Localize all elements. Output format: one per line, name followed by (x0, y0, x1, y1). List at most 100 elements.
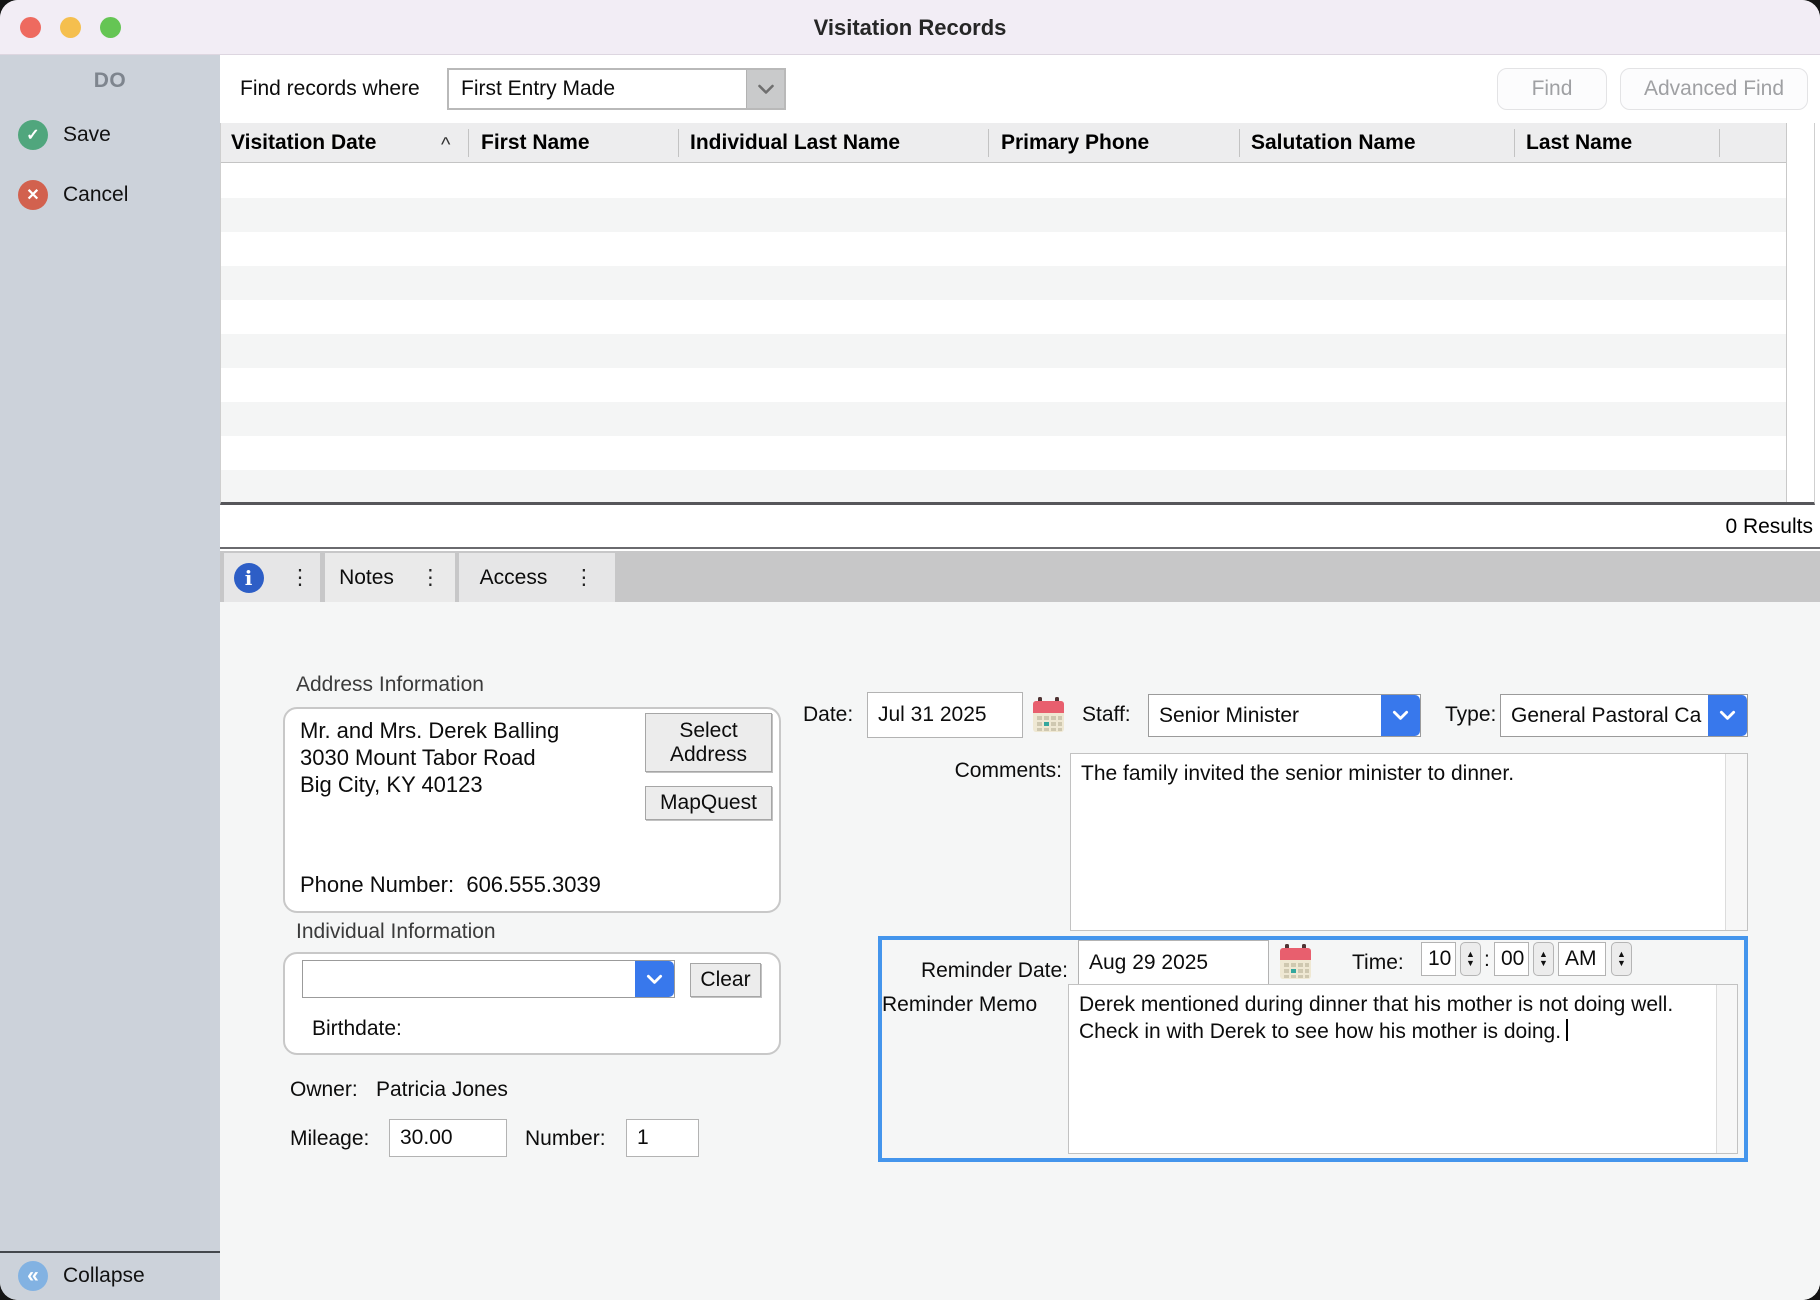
time-label: Time: (1352, 951, 1404, 975)
reminder-section-highlighted: Reminder Date: (878, 936, 1748, 1162)
column-header-visitation-date[interactable]: Visitation Date (231, 123, 376, 163)
column-header-primary-phone[interactable]: Primary Phone (1001, 123, 1149, 163)
staff-selected-value: Senior Minister (1149, 695, 1381, 736)
advanced-find-button-label: Advanced Find (1644, 77, 1784, 101)
save-label: Save (63, 123, 111, 147)
column-divider (678, 129, 679, 157)
tab-notes[interactable]: Notes ⋮ (325, 553, 455, 602)
visit-date-input[interactable] (867, 692, 1023, 738)
window-title: Visitation Records (0, 0, 1820, 55)
address-block: Mr. and Mrs. Derek Balling 3030 Mount Ta… (300, 717, 559, 798)
mileage-input[interactable] (389, 1119, 507, 1157)
table-body-empty (221, 164, 1814, 502)
cancel-x-icon: ✕ (18, 180, 48, 210)
tab-info[interactable]: i ⋮ (224, 553, 320, 602)
phone-row: Phone Number: 606.555.3039 (300, 872, 601, 898)
clear-button[interactable]: Clear (690, 963, 761, 997)
hour-stepper[interactable]: ▲▼ (1460, 942, 1481, 976)
staff-label: Staff: (1082, 703, 1131, 727)
staff-select[interactable]: Senior Minister (1148, 694, 1421, 737)
collapse-button[interactable]: « Collapse (0, 1258, 220, 1294)
comments-text: The family invited the senior minister t… (1081, 762, 1514, 785)
find-button[interactable]: Find (1497, 68, 1607, 110)
column-divider (988, 129, 989, 157)
sidebar-header: DO (0, 55, 220, 93)
reminder-meridiem-input[interactable] (1558, 942, 1606, 976)
chevron-down-icon (1381, 695, 1420, 736)
tab-access-label: Access (480, 566, 548, 590)
collapse-label: Collapse (63, 1264, 145, 1288)
save-check-icon: ✓ (18, 120, 48, 150)
tab-options-icon[interactable]: ⋮ (290, 565, 311, 590)
find-records-where-label: Find records where (240, 55, 420, 123)
calendar-icon[interactable] (1279, 944, 1312, 981)
cancel-button[interactable]: ✕ Cancel (0, 177, 220, 213)
reminder-hour-input[interactable] (1421, 942, 1456, 976)
column-header-individual-last-name[interactable]: Individual Last Name (690, 123, 900, 163)
address-line-3: Big City, KY 40123 (300, 771, 559, 798)
birthdate-label: Birthdate: (312, 1017, 402, 1041)
type-select[interactable]: General Pastoral Ca (1500, 694, 1748, 737)
column-header-first-name[interactable]: First Name (481, 123, 590, 163)
find-field-select[interactable]: First Entry Made (447, 68, 786, 110)
comments-textarea[interactable]: The family invited the senior minister t… (1070, 753, 1748, 931)
calendar-icon[interactable] (1032, 697, 1065, 734)
select-address-button-label: Select Address (654, 719, 763, 767)
number-input[interactable] (626, 1119, 699, 1157)
address-information-label: Address Information (296, 673, 484, 697)
text-cursor (1566, 1019, 1568, 1041)
reminder-memo-text: Derek mentioned during dinner that his m… (1079, 993, 1673, 1043)
phone-label: Phone Number: (300, 872, 454, 897)
phone-value: 606.555.3039 (466, 872, 601, 897)
tab-options-icon[interactable]: ⋮ (420, 565, 441, 590)
memo-scrollbar[interactable] (1716, 985, 1737, 1153)
tab-bar: i ⋮ Notes ⋮ Access ⋮ (220, 551, 1820, 602)
save-button[interactable]: ✓ Save (0, 117, 220, 153)
sidebar: DO ✓ Save ✕ Cancel « Collapse (0, 55, 220, 1300)
find-field-selected-value: First Entry Made (449, 77, 746, 101)
tab-options-icon[interactable]: ⋮ (573, 565, 594, 590)
table-scrollbar[interactable] (1786, 123, 1814, 502)
time-separator: : (1484, 948, 1490, 972)
tab-access[interactable]: Access ⋮ (459, 553, 615, 602)
main-content: Find records where First Entry Made Find… (220, 55, 1820, 1300)
meridiem-stepper[interactable]: ▲▼ (1611, 942, 1632, 976)
results-bar: 0 Results (220, 505, 1820, 549)
mapquest-button[interactable]: MapQuest (645, 786, 772, 820)
table-header: Visitation Date ^ First Name Individual … (221, 123, 1814, 163)
comments-scrollbar[interactable] (1725, 754, 1747, 930)
column-header-salutation-name[interactable]: Salutation Name (1251, 123, 1416, 163)
tab-notes-label: Notes (339, 566, 394, 590)
individual-select[interactable] (302, 960, 675, 998)
reminder-memo-textarea[interactable]: Derek mentioned during dinner that his m… (1068, 984, 1738, 1154)
mapquest-button-label: MapQuest (660, 791, 757, 815)
comments-label: Comments: (945, 759, 1062, 783)
column-divider (468, 129, 469, 157)
type-label: Type: (1445, 703, 1496, 727)
column-divider (1514, 129, 1515, 157)
reminder-minute-input[interactable] (1494, 942, 1529, 976)
sort-ascending-icon[interactable]: ^ (441, 125, 450, 165)
select-address-button[interactable]: Select Address (645, 713, 772, 772)
cancel-label: Cancel (63, 183, 128, 207)
column-divider (1719, 129, 1720, 157)
owner-value: Patricia Jones (376, 1078, 508, 1102)
individual-selected-value (303, 961, 635, 997)
date-label: Date: (803, 703, 853, 727)
type-selected-value: General Pastoral Ca (1501, 695, 1708, 736)
reminder-date-input[interactable] (1078, 940, 1269, 985)
address-line-2: 3030 Mount Tabor Road (300, 744, 559, 771)
sidebar-footer: « Collapse (0, 1251, 220, 1300)
results-table: Visitation Date ^ First Name Individual … (220, 123, 1815, 505)
chevron-down-icon (746, 70, 784, 108)
individual-information-label: Individual Information (296, 920, 496, 944)
visitation-detail-form: Address Information Mr. and Mrs. Derek B… (220, 602, 1820, 1300)
collapse-chevrons-icon: « (18, 1261, 48, 1291)
minute-stepper[interactable]: ▲▼ (1533, 942, 1554, 976)
find-button-label: Find (1532, 77, 1573, 101)
column-header-last-name[interactable]: Last Name (1526, 123, 1632, 163)
address-line-1: Mr. and Mrs. Derek Balling (300, 717, 559, 744)
advanced-find-button[interactable]: Advanced Find (1620, 68, 1808, 110)
column-divider (1239, 129, 1240, 157)
find-bar: Find records where First Entry Made Find… (220, 55, 1820, 123)
